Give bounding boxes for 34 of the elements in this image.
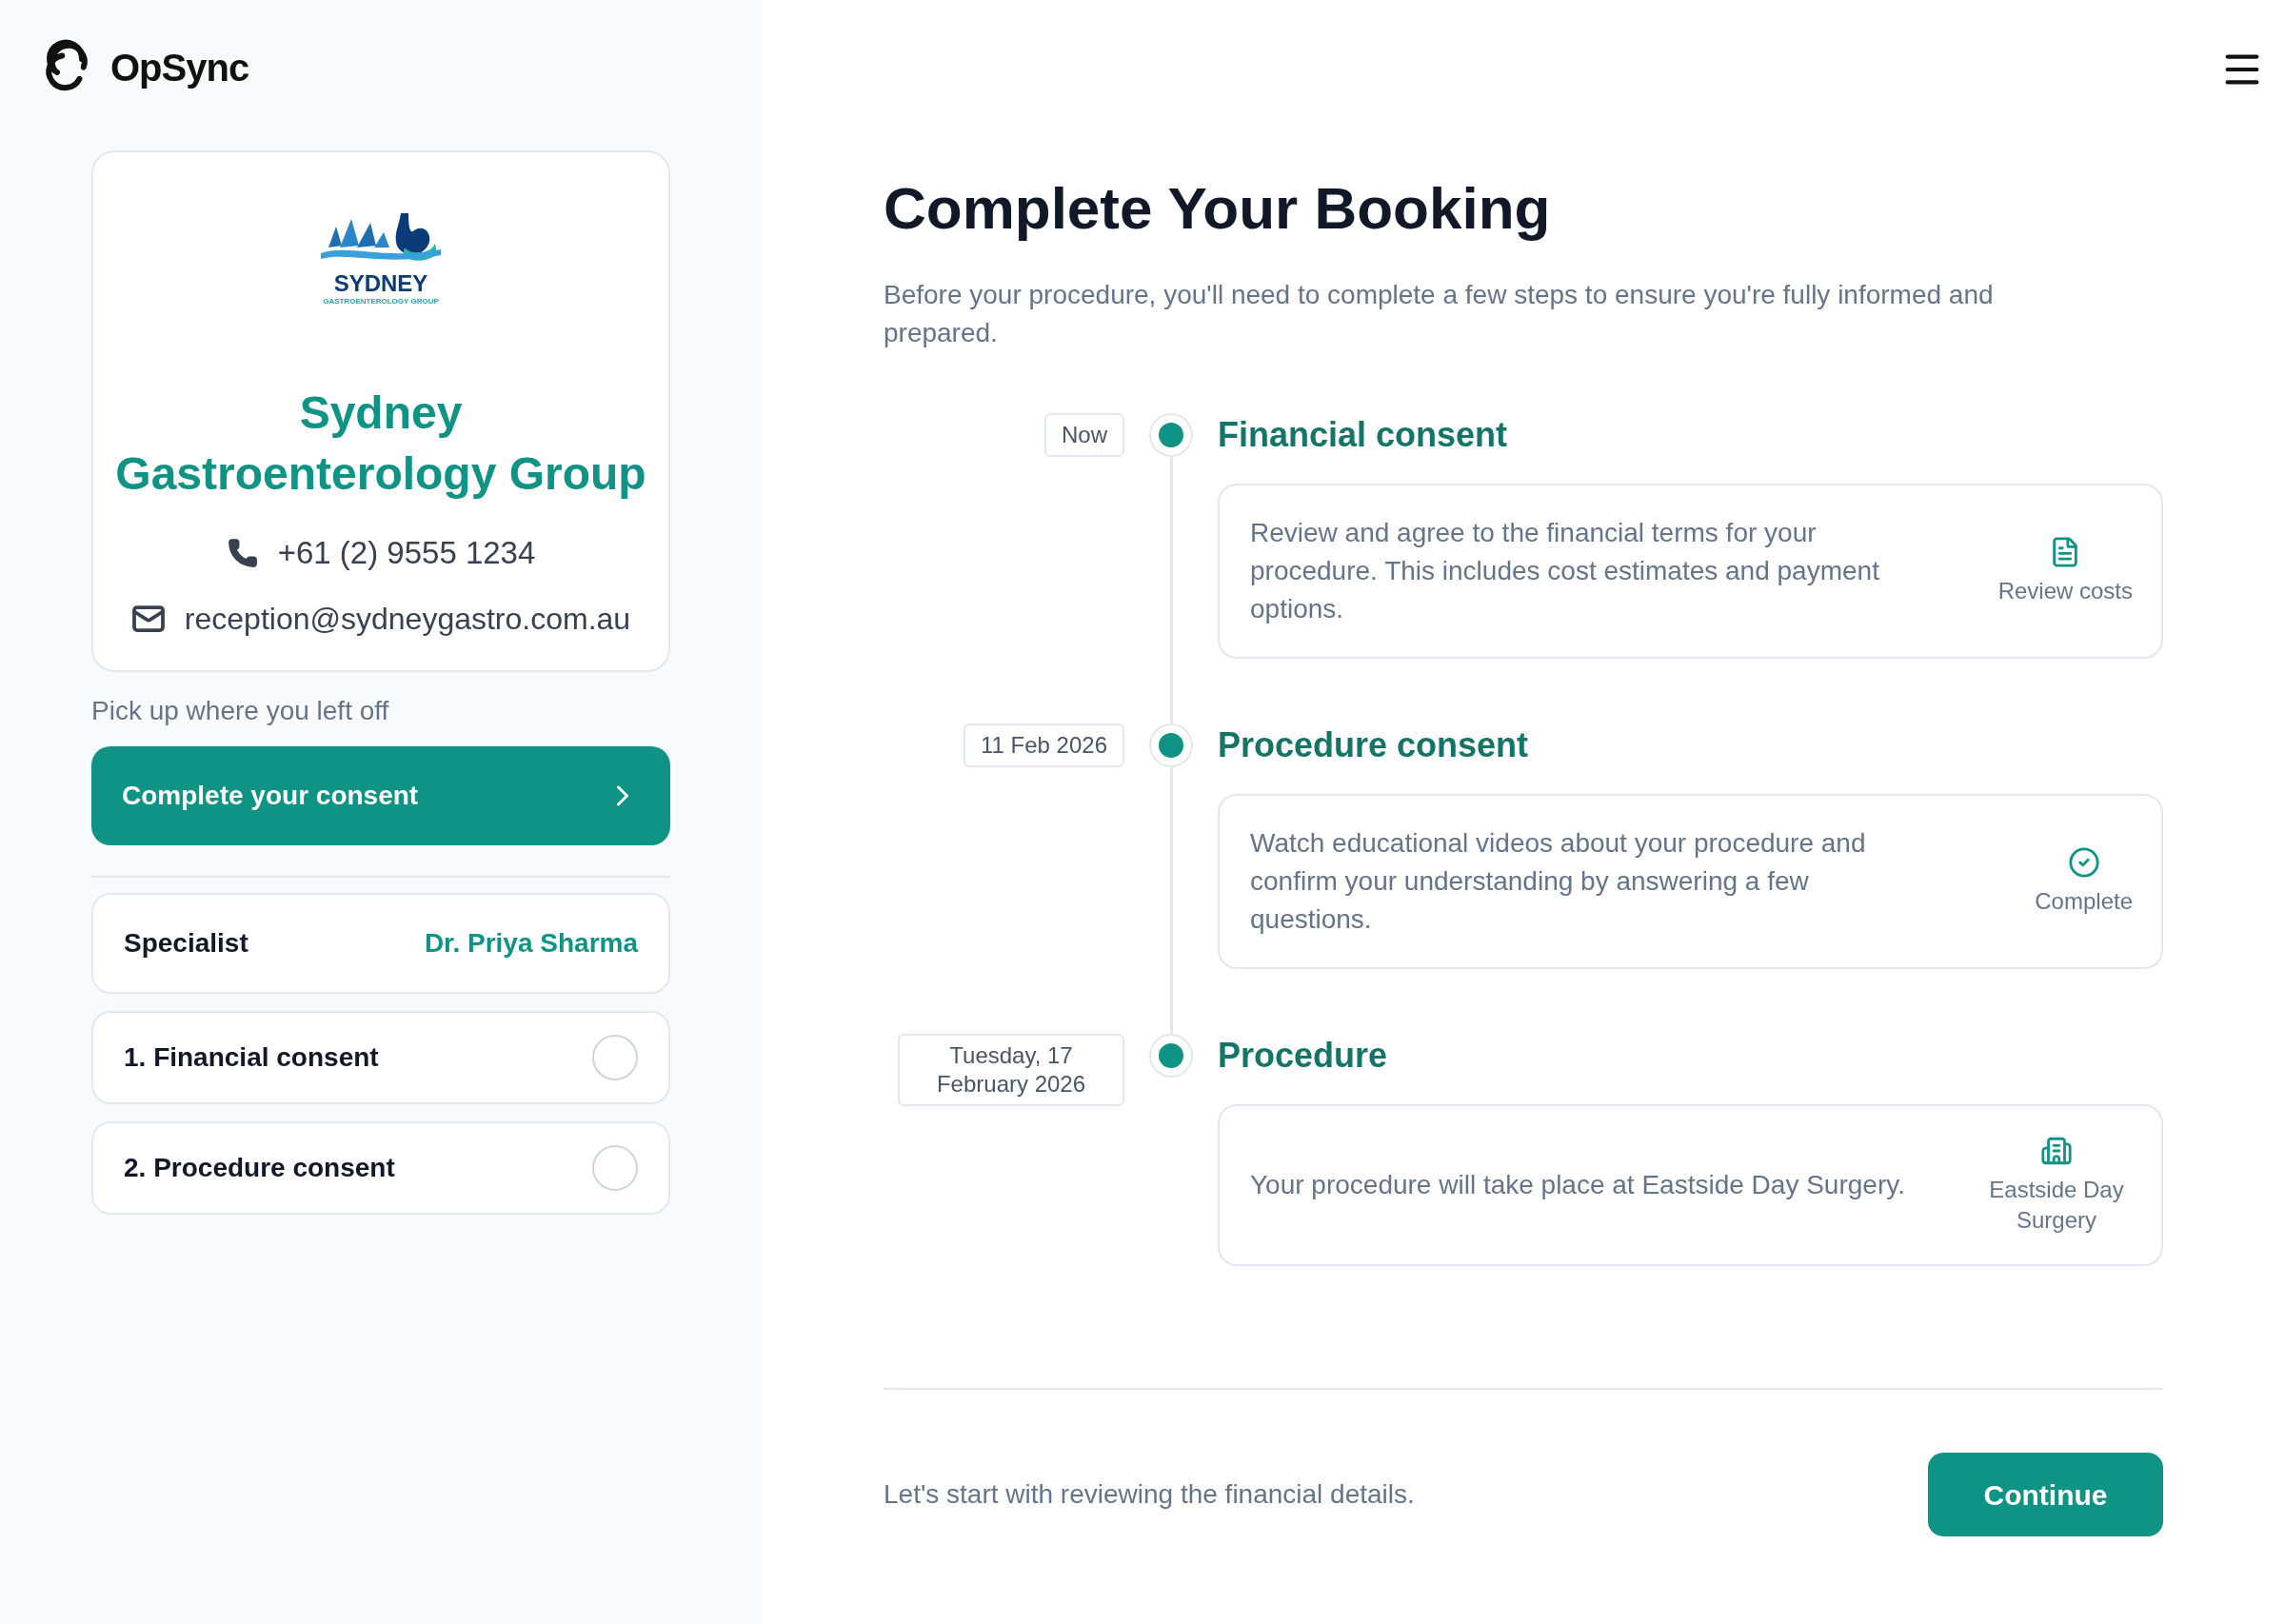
step-description: Watch educational videos about your procedure and confirm your understanding by answering a few questions.: [1250, 827, 1867, 936]
step-description: Review and agree to the financial terms for your procedure. This includes cost estimates and payment options.: [1250, 517, 1880, 625]
checklist-item[interactable]: 2. Procedure consent: [91, 1120, 670, 1215]
specialist-label: Specialist: [124, 926, 248, 960]
continue-button[interactable]: Continue: [1928, 1453, 2163, 1536]
step-description: Your procedure will take place at Eastside Day Surgery.: [1250, 1169, 1905, 1201]
checkbox[interactable]: [592, 1034, 638, 1080]
checklist-label: 1. Financial consent: [124, 1040, 379, 1074]
email-address: reception@sydneygastro.com.au: [184, 600, 631, 638]
step-action: Complete: [2035, 887, 2133, 916]
intro-text: Before your procedure, you'll need to complete a few steps to ensure you're fully informed and prepared.: [884, 279, 1995, 349]
resume-label: Pick up where you left off: [91, 694, 390, 727]
step-title: Procedure: [1218, 1035, 1389, 1077]
checklist-label: 2. Procedure consent: [124, 1151, 395, 1184]
complete-consent-button[interactable]: Complete your consent: [91, 745, 670, 845]
check-circle-icon: [2067, 846, 2100, 879]
building-icon: [2040, 1135, 2073, 1167]
phone-icon: [226, 536, 259, 569]
date-badge: 11 Feb 2026: [964, 723, 1124, 767]
specialist-name: Dr. Priya Sharma: [424, 926, 638, 960]
date-badge: Now: [1044, 413, 1124, 457]
logo-wordmark: SYDNEY: [333, 271, 428, 295]
phone-number: +61 (2) 9555 1234: [277, 534, 536, 572]
step-action: Eastside Day Surgery: [1988, 1176, 2125, 1235]
clinic-name: Sydney Gastroenterology Group: [114, 386, 647, 501]
date-badge: Tuesday, 17 February 2026: [898, 1034, 1124, 1106]
step-title: Financial consent: [1218, 414, 1509, 456]
step-title: Procedure consent: [1218, 724, 1530, 766]
logo-tagline: GASTROENTEROLOGY GROUP: [323, 297, 439, 306]
checkbox[interactable]: [592, 1144, 638, 1191]
checklist-item[interactable]: 1. Financial consent: [91, 1010, 670, 1104]
brand-name: OpSync: [110, 46, 249, 90]
footer-text: Let's start with reviewing the financial details.: [884, 1478, 1415, 1511]
step-action: Review costs: [1997, 577, 2133, 605]
